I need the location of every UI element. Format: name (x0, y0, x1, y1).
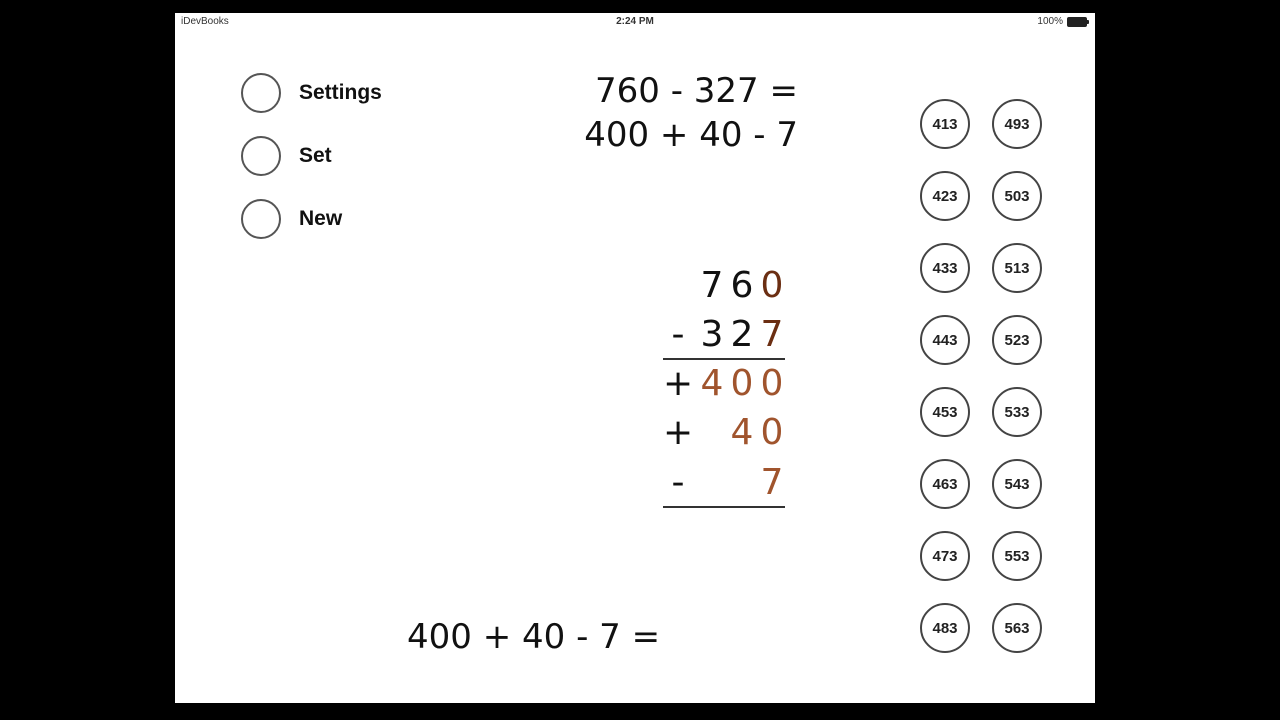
tens-part-sign: + (663, 412, 694, 453)
settings-label[interactable]: Settings (299, 81, 382, 105)
settings-button[interactable]: Settings (241, 73, 382, 113)
status-time: 2:24 PM (616, 16, 654, 27)
subtrahend-ones: 7 (760, 314, 784, 355)
ones-part-row: - 7 (663, 460, 787, 506)
new-circle-icon[interactable] (241, 199, 281, 239)
minuend-hundreds: 7 (700, 265, 724, 306)
settings-circle-icon[interactable] (241, 73, 281, 113)
battery-percent: 100% (1037, 16, 1063, 27)
answer-option[interactable]: 523 (992, 315, 1042, 365)
set-label[interactable]: Set (299, 144, 332, 168)
answer-option[interactable]: 423 (920, 171, 970, 221)
subtrahend-sign: - (671, 314, 685, 355)
answer-option[interactable]: 513 (992, 243, 1042, 293)
tens-part-ones: 0 (760, 412, 784, 453)
subtrahend-hundreds: 3 (700, 314, 724, 355)
hundreds-part-tens: 0 (730, 363, 754, 404)
answer-equation: 400 + 40 - 7 = (407, 617, 661, 657)
ones-part-ones: 7 (760, 462, 784, 503)
app-screen: iDevBooks 2:24 PM 100% Settings Set New … (175, 13, 1095, 703)
hundreds-part-ones: 0 (760, 363, 784, 404)
answer-option[interactable]: 453 (920, 387, 970, 437)
set-circle-icon[interactable] (241, 136, 281, 176)
answer-option[interactable]: 463 (920, 459, 970, 509)
minuend-row: 7 6 0 (663, 263, 787, 309)
set-button[interactable]: Set (241, 136, 332, 176)
battery-status: 100% (1037, 15, 1089, 29)
new-label[interactable]: New (299, 207, 342, 231)
answer-option[interactable]: 533 (992, 387, 1042, 437)
answer-option[interactable]: 493 (992, 99, 1042, 149)
hundreds-part-sign: + (663, 363, 694, 404)
hundreds-part-row: + 4 0 0 (663, 361, 787, 407)
answer-option[interactable]: 413 (920, 99, 970, 149)
answer-option[interactable]: 563 (992, 603, 1042, 653)
problem-equation: 760 - 327 = (595, 71, 798, 111)
minuend-tens: 6 (730, 265, 754, 306)
battery-icon (1067, 17, 1089, 27)
answer-option[interactable]: 543 (992, 459, 1042, 509)
ones-part-sign: - (671, 462, 685, 503)
sum-line-top (663, 358, 785, 360)
decomposition-equation: 400 + 40 - 7 (584, 115, 798, 155)
subtrahend-row: - 3 2 7 (663, 312, 787, 358)
answer-option[interactable]: 473 (920, 531, 970, 581)
new-button[interactable]: New (241, 199, 342, 239)
answer-option[interactable]: 483 (920, 603, 970, 653)
answer-option[interactable]: 503 (992, 171, 1042, 221)
minuend-ones: 0 (760, 265, 784, 306)
answer-option[interactable]: 443 (920, 315, 970, 365)
answer-option[interactable]: 553 (992, 531, 1042, 581)
tens-part-tens: 4 (730, 412, 754, 453)
hundreds-part-hundreds: 4 (700, 363, 724, 404)
subtrahend-tens: 2 (730, 314, 754, 355)
answer-option[interactable]: 433 (920, 243, 970, 293)
sum-line-bottom (663, 506, 785, 508)
tens-part-row: + 4 0 (663, 410, 787, 456)
